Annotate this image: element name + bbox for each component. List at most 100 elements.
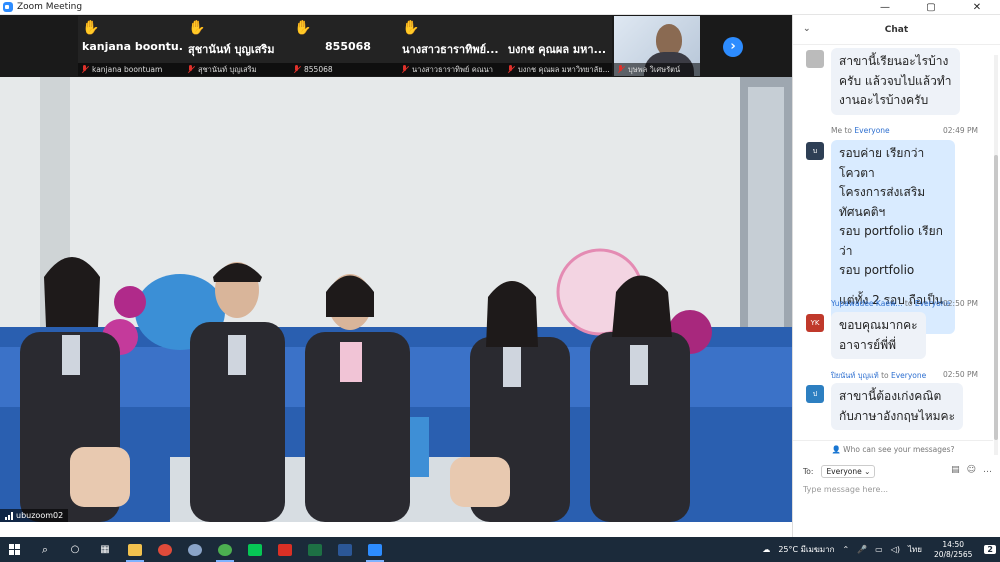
excel-icon[interactable]: [300, 537, 330, 562]
chrome-icon[interactable]: [150, 537, 180, 562]
message-line: ทัศนคติฯ: [839, 204, 886, 219]
raised-hand-icon: ✋: [82, 20, 100, 36]
clock[interactable]: 14:50 20/8/2565: [934, 540, 972, 560]
more-icon[interactable]: …: [983, 465, 992, 475]
emoji-icon[interactable]: ☺: [967, 465, 976, 475]
message-line: อาจารย์พี่พี่: [839, 337, 897, 352]
window-title: Zoom Meeting: [17, 2, 83, 12]
participant-label: สุชานันท์ บุญเสริม: [184, 63, 292, 76]
clock-time: 14:50: [942, 539, 964, 549]
raised-hand-icon: ✋: [402, 20, 420, 36]
widgets-icon[interactable]: ▦: [90, 537, 120, 562]
line-icon[interactable]: [240, 537, 270, 562]
close-button[interactable]: ✕: [954, 0, 1000, 15]
message-sender: ปิยนันท์ บุญแท้: [831, 371, 879, 380]
start-button[interactable]: [0, 537, 30, 562]
word-icon[interactable]: [330, 537, 360, 562]
message-line: ครับ แล้วจบไปแล้วทำ: [839, 73, 952, 88]
message-line: โครงการส่งเสริม: [839, 185, 926, 199]
participant-name: นางสาวธาราทิพย์...: [402, 43, 499, 56]
chrome-profile-icon[interactable]: [210, 537, 240, 562]
avatar: YK: [806, 314, 824, 332]
message-time: 02:50 PM: [943, 299, 978, 308]
weather-icon: ☁: [762, 545, 771, 554]
next-page-button[interactable]: ›: [723, 37, 743, 57]
mic-muted-icon: [507, 65, 515, 74]
task-view-icon[interactable]: ○: [60, 537, 90, 562]
person-icon: 👤: [831, 445, 844, 454]
chat-panel: ⌄ Chat สาขานี้เรียนอะไรบ้าง ครับ แล้วจบไ…: [792, 15, 1000, 537]
mic-muted-icon: [293, 65, 301, 74]
message-line: [839, 281, 947, 291]
mic-muted-icon: [617, 65, 625, 74]
mic-muted-icon: [81, 65, 89, 74]
main-video[interactable]: ubuzoom02: [0, 77, 792, 522]
message-time: 02:49 PM: [943, 126, 978, 135]
chevron-down-icon[interactable]: ⌄: [803, 24, 811, 34]
weather-text[interactable]: 25°C มีเมฆมาก: [778, 543, 834, 556]
mic-muted-icon: [401, 65, 409, 74]
clock-date: 20/8/2565: [933, 549, 973, 559]
participant-strip: ✋ kanjana boontu... kanjana boontuam ✋ ส…: [0, 15, 792, 77]
message-meta: ปิยนันท์ บุญแท้ to Everyone: [831, 370, 926, 382]
pdf-icon[interactable]: [270, 537, 300, 562]
file-explorer-icon[interactable]: [120, 537, 150, 562]
network-icon[interactable]: ▭: [875, 545, 883, 554]
message-line: สาขานี้เรียนอะไรบ้าง: [839, 54, 949, 68]
participant-label: บงกช คุณผล มหาวิทยาลัย...: [504, 63, 612, 76]
message-audience: Everyone: [890, 371, 927, 380]
mic-icon[interactable]: 🎤: [857, 545, 867, 554]
message-line: กับภาษาอังกฤษไหมคะ: [839, 408, 956, 423]
message-line: สาขานี้ต้องเก่งคณิต: [839, 389, 942, 403]
language-indicator[interactable]: ไทย: [908, 543, 922, 556]
message-line: รอบค่าย เรียกว่าโควตา: [839, 146, 925, 180]
title-bar: Zoom Meeting — ▢ ✕: [0, 0, 1000, 15]
app-icon[interactable]: [180, 537, 210, 562]
participant-tile[interactable]: ✋ สุชานันท์ บุญเสริม สุชานันท์ บุญเสริม: [184, 16, 292, 76]
message-meta: Me to Everyone: [831, 126, 890, 135]
zoom-taskbar-icon[interactable]: [360, 537, 390, 562]
who-can-see-text: Who can see your messages?: [843, 445, 955, 454]
search-icon[interactable]: ⌕: [30, 537, 60, 562]
chat-tools: ▤ ☺ …: [951, 465, 992, 475]
raised-hand-icon: ✋: [188, 20, 206, 36]
message-line: รอบ portfolio: [839, 263, 915, 277]
participant-name: บงกช คุณผล มหา...: [508, 43, 607, 56]
maximize-button[interactable]: ▢: [908, 0, 954, 15]
message-line: ขอบคุณมากคะ: [839, 318, 918, 332]
message-to: to: [844, 126, 853, 135]
recipient-select[interactable]: Everyone ⌄: [821, 465, 876, 478]
participant-tile[interactable]: บงกช คุณผล มหา... บงกช คุณผล มหาวิทยาลัย…: [504, 16, 612, 76]
zoom-logo-icon: [3, 2, 13, 12]
speaker-icon[interactable]: ◁): [891, 545, 900, 554]
message-to: to: [904, 299, 913, 308]
message-sender: Yupawadee Kaew...: [831, 299, 903, 308]
participant-tile[interactable]: ✋ kanjana boontu... kanjana boontuam: [78, 16, 190, 76]
participant-video-tile[interactable]: บุษพล วิเศษรัตน์: [614, 16, 700, 76]
raised-hand-icon: ✋: [294, 20, 312, 36]
participant-tile[interactable]: ✋ นางสาวธาราทิพย์... นางสาวธาราทิพย์ คณน…: [398, 16, 504, 76]
message-input[interactable]: Type message here...: [803, 485, 993, 494]
minimize-button[interactable]: —: [862, 0, 908, 15]
message-time: 02:50 PM: [943, 370, 978, 379]
message-line: รอบ portfolio เรียกว่า: [839, 224, 943, 258]
chevron-up-icon[interactable]: ⌃: [842, 545, 849, 554]
chat-title: Chat: [884, 24, 909, 35]
taskbar: ⌕ ○ ▦ ☁ 25°C มีเมฆมาก ⌃ 🎤 ▭ ◁) ไทย 14:50…: [0, 537, 1000, 562]
file-icon[interactable]: ▤: [951, 465, 960, 475]
message-line: งานอะไรบ้างครับ: [839, 93, 929, 107]
message-bubble: ขอบคุณมากคะ อาจารย์พี่พี่: [831, 312, 926, 359]
participant-name: 855068: [325, 40, 371, 53]
notification-badge[interactable]: 2: [984, 545, 996, 554]
message-meta: Yupawadee Kaew... to Everyone: [831, 299, 950, 308]
message-bubble: สาขานี้ต้องเก่งคณิต กับภาษาอังกฤษไหมคะ: [831, 383, 964, 430]
chat-scrollbar[interactable]: [994, 55, 998, 455]
recipient-row: To: Everyone ⌄: [803, 465, 876, 478]
participant-tile[interactable]: ✋ 855068 855068: [290, 16, 398, 76]
who-can-see-link[interactable]: 👤 Who can see your messages?: [793, 440, 993, 454]
system-tray: ☁ 25°C มีเมฆมาก ⌃ 🎤 ▭ ◁) ไทย 14:50 20/8/…: [758, 537, 1000, 562]
message-audience: Everyone: [854, 126, 890, 135]
scrollbar-thumb[interactable]: [994, 155, 998, 440]
mic-muted-icon: [187, 65, 195, 74]
avatar: ป: [806, 385, 824, 403]
